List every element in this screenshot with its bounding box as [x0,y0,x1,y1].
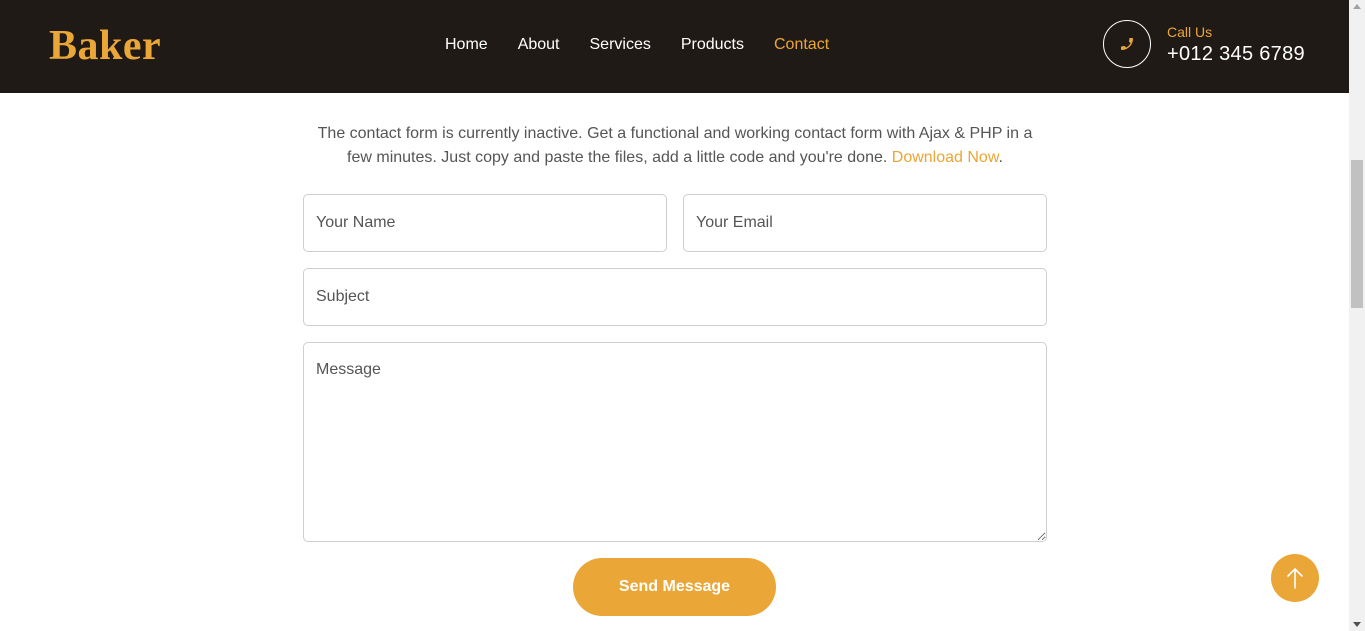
send-message-button[interactable]: Send Message [573,558,776,616]
call-us-text: Call Us +012 345 6789 [1167,23,1305,67]
nav-link-about[interactable]: About [518,35,560,55]
nav-link-services[interactable]: Services [590,35,651,55]
page-scrollbar[interactable] [1349,0,1365,631]
subject-input[interactable] [303,268,1047,326]
intro-suffix: . [998,149,1003,166]
nav-link-contact[interactable]: Contact [774,35,829,55]
main-nav: Home About Services Products Contact [445,35,829,55]
download-now-link[interactable]: Download Now [892,149,999,166]
brand-logo[interactable]: Baker [49,22,161,70]
call-us-label: Call Us [1167,24,1213,40]
scrollbar-thumb[interactable] [1351,160,1363,308]
scroll-down-arrow-icon[interactable] [1353,622,1361,627]
back-to-top-button[interactable] [1271,554,1319,602]
top-navbar: Baker Home About Services Products Conta… [0,0,1349,93]
nav-link-home[interactable]: Home [445,35,488,55]
scroll-up-arrow-icon[interactable] [1353,4,1361,9]
call-us-block: Call Us +012 345 6789 [1103,20,1305,68]
contact-intro: The contact form is currently inactive. … [303,122,1047,170]
call-us-number[interactable]: +012 345 6789 [1167,41,1305,67]
name-input[interactable] [303,194,667,252]
phone-icon [1103,20,1151,68]
nav-link-products[interactable]: Products [681,35,744,55]
email-input[interactable] [683,194,1047,252]
arrow-up-icon [1287,568,1303,589]
message-textarea[interactable] [303,342,1047,542]
